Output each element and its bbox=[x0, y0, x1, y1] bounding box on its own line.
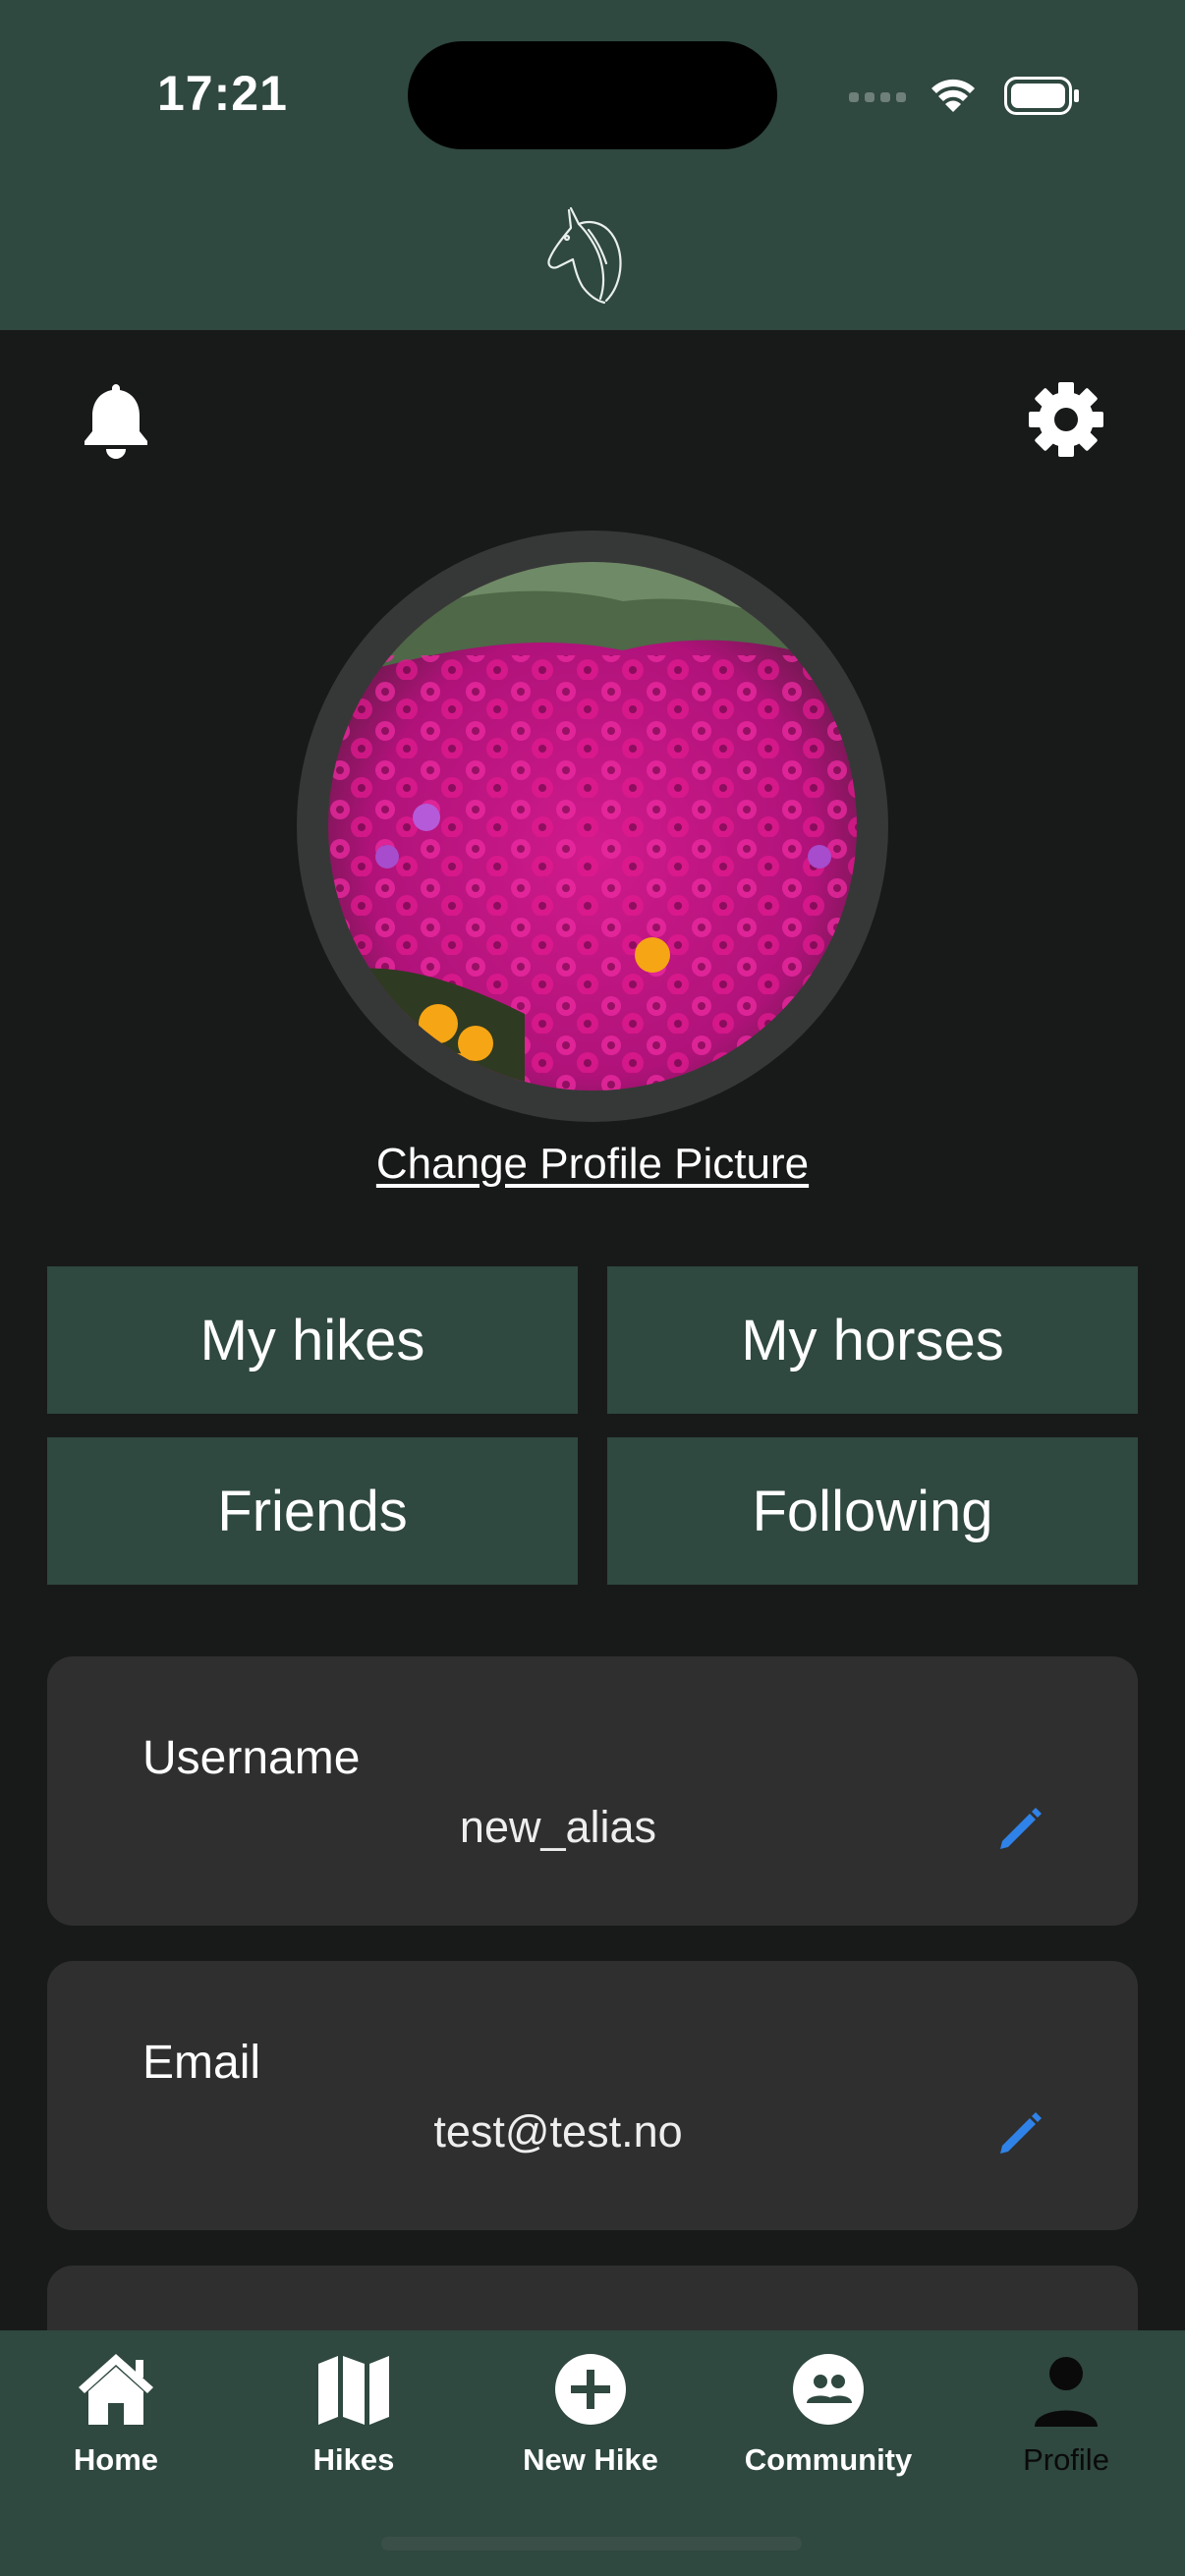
username-value: new_alias bbox=[459, 1802, 657, 1852]
status-time: 17:21 bbox=[157, 66, 288, 121]
horse-head-icon bbox=[547, 206, 622, 305]
status-icons bbox=[849, 77, 1079, 115]
change-profile-picture-link[interactable]: Change Profile Picture bbox=[0, 1140, 1185, 1189]
nav-profile-label: Profile bbox=[1023, 2442, 1109, 2477]
community-icon bbox=[793, 2354, 864, 2425]
dynamic-island bbox=[408, 41, 777, 149]
nav-home[interactable]: Home bbox=[8, 2348, 224, 2495]
edit-pencil-icon[interactable] bbox=[994, 1804, 1045, 1855]
email-card: Email test@test.no bbox=[47, 1961, 1138, 2230]
nav-profile[interactable]: Profile bbox=[958, 2348, 1174, 2495]
my-horses-button[interactable]: My horses bbox=[607, 1266, 1138, 1414]
plus-circle-icon bbox=[555, 2354, 626, 2425]
nav-new-hike-label: New Hike bbox=[523, 2442, 658, 2477]
friends-button[interactable]: Friends bbox=[47, 1437, 578, 1585]
wifi-icon bbox=[931, 79, 975, 112]
nav-hikes[interactable]: Hikes bbox=[246, 2348, 462, 2495]
username-label: Username bbox=[142, 1732, 361, 1784]
bell-icon bbox=[85, 384, 147, 459]
home-indicator bbox=[381, 2537, 802, 2550]
nav-new-hike[interactable]: New Hike bbox=[482, 2348, 699, 2495]
battery-icon bbox=[1004, 77, 1079, 115]
email-label: Email bbox=[142, 2037, 261, 2089]
home-icon bbox=[79, 2354, 153, 2425]
person-icon bbox=[1035, 2357, 1098, 2427]
nav-community-label: Community bbox=[744, 2442, 913, 2477]
nav-home-label: Home bbox=[73, 2442, 159, 2477]
cellular-signal-icon bbox=[849, 92, 906, 102]
email-value: test@test.no bbox=[433, 2106, 683, 2156]
settings-button[interactable] bbox=[1022, 375, 1110, 464]
notifications-button[interactable] bbox=[72, 375, 160, 464]
profile-screen: 17:21 Change Profile Picture My hikes My… bbox=[0, 0, 1185, 2576]
gear-icon bbox=[1029, 382, 1103, 457]
edit-pencil-icon[interactable] bbox=[994, 2108, 1045, 2159]
username-card: Username new_alias bbox=[47, 1656, 1138, 1926]
following-button[interactable]: Following bbox=[607, 1437, 1138, 1585]
nav-hikes-label: Hikes bbox=[312, 2442, 395, 2477]
app-header: 17:21 bbox=[0, 0, 1185, 330]
nav-community[interactable]: Community bbox=[720, 2348, 936, 2495]
avatar[interactable] bbox=[328, 562, 857, 1091]
map-icon bbox=[318, 2356, 389, 2425]
my-hikes-button[interactable]: My hikes bbox=[47, 1266, 578, 1414]
